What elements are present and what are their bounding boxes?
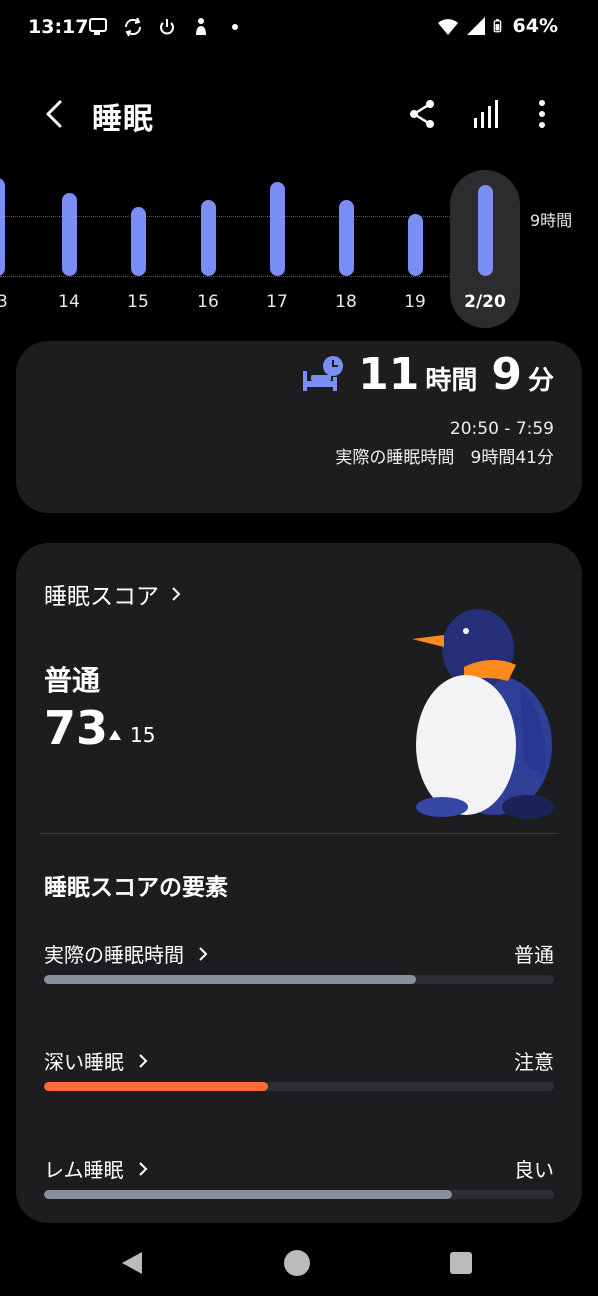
chart-bar-14[interactable]	[62, 192, 77, 276]
system-nav-bar	[0, 1228, 598, 1296]
chart-x-label: 14	[58, 292, 80, 312]
share-icon[interactable]	[404, 96, 440, 132]
factor-status: 注意	[514, 1050, 554, 1074]
chart-x-label: 15	[127, 292, 149, 312]
factor-name-row: 深い睡眠	[44, 1046, 152, 1075]
page-title: 睡眠	[92, 102, 154, 137]
factor-progress-fill	[44, 1082, 269, 1091]
sync-icon	[124, 17, 142, 37]
power-icon	[160, 19, 174, 35]
chart-x-label: 13	[0, 292, 8, 312]
factor-name-row: 実際の睡眠時間	[44, 939, 212, 968]
notification-icon	[89, 18, 107, 35]
section-divider	[40, 833, 558, 834]
factor-actual-sleep[interactable]: 実際の睡眠時間 普通	[44, 939, 554, 989]
factor-progress-fill	[44, 1190, 452, 1199]
chevron-right-icon	[139, 1053, 148, 1068]
factor-progress-track	[44, 1082, 554, 1091]
actual-sleep-row: 実際の睡眠時間 9時間41分	[335, 443, 554, 468]
chart-bar-19[interactable]	[408, 214, 423, 276]
chart-bar-2-20[interactable]	[478, 185, 493, 276]
factor-rem-sleep[interactable]: レム睡眠 良い	[44, 1154, 554, 1204]
duration-minutes-unit: 分	[527, 366, 554, 396]
recents-nav-icon[interactable]	[444, 1246, 478, 1280]
chart-bar-16[interactable]	[201, 199, 216, 276]
chevron-right-icon	[172, 587, 181, 601]
factor-deep-sleep[interactable]: 深い睡眠 注意	[44, 1046, 554, 1096]
sleep-time-range: 20:50 - 7:59	[449, 419, 554, 439]
up-triangle-icon	[109, 730, 121, 740]
app-header: 睡眠	[0, 84, 598, 148]
chevron-right-icon	[199, 946, 208, 961]
wifi-icon	[437, 19, 458, 35]
duration-minutes: 9	[491, 349, 522, 400]
chart-bar-17[interactable]	[270, 181, 285, 276]
chart-x-label: 16	[197, 292, 219, 312]
status-bar: 13:17 64%	[0, 0, 598, 56]
score-delta-value: 15	[130, 723, 156, 747]
sleep-bar-chart[interactable]: 9時間 13 14 15 16 17 18 19 2/20	[0, 160, 598, 335]
status-right: 64%	[437, 15, 558, 37]
penguin-mascot-icon	[412, 609, 554, 819]
reference-label: 9時間	[530, 211, 573, 230]
chevron-right-icon	[138, 1161, 148, 1176]
sleep-duration: 11 時間 9 分	[358, 349, 554, 400]
battery-icon	[493, 19, 501, 33]
chart-x-label: 17	[266, 292, 288, 312]
chart-bar-15[interactable]	[131, 207, 146, 276]
actual-sleep-value: 9時間41分	[470, 448, 554, 468]
status-time: 13:17	[28, 16, 89, 38]
figure-icon	[196, 18, 206, 35]
factor-progress-fill	[44, 975, 417, 984]
chart-x-label: 19	[404, 292, 426, 312]
signal-icon	[466, 17, 485, 35]
chart-bar-13[interactable]	[0, 178, 5, 276]
factor-progress-track	[44, 1190, 554, 1199]
factor-status: 普通	[514, 943, 554, 967]
home-nav-icon[interactable]	[280, 1246, 314, 1280]
sleep-score-link[interactable]: 睡眠スコア	[44, 577, 185, 611]
sleep-score-card: 睡眠スコア 普通 73 15 睡眠スコアの要素 実際の睡眠時間 普通 深い睡眠 …	[16, 543, 582, 1223]
stats-icon[interactable]	[468, 96, 504, 132]
more-icon[interactable]	[524, 96, 560, 132]
dot-icon	[232, 24, 238, 30]
sleep-score-level: 普通	[44, 664, 101, 697]
chart-x-label: 2/20	[464, 292, 506, 312]
bed-clock-icon	[303, 356, 343, 391]
battery-percent: 64%	[512, 15, 558, 37]
duration-hours-unit: 時間	[425, 366, 478, 396]
back-arrow-icon[interactable]	[36, 94, 76, 134]
duration-hours: 11	[358, 349, 420, 400]
reference-line-bottom	[0, 276, 450, 277]
factor-name-row: レム睡眠	[44, 1154, 152, 1183]
factor-name: レム睡眠	[44, 1158, 124, 1182]
sleep-score-value: 73	[44, 701, 109, 755]
status-notification-icons	[88, 16, 246, 38]
back-nav-icon[interactable]	[116, 1246, 150, 1280]
factors-title: 睡眠スコアの要素	[44, 875, 228, 901]
factor-status: 良い	[514, 1158, 554, 1182]
factor-progress-track	[44, 975, 554, 984]
chart-x-label: 18	[335, 292, 357, 312]
actual-sleep-label: 実際の睡眠時間	[335, 448, 455, 468]
sleep-duration-card[interactable]: 11 時間 9 分 20:50 - 7:59 実際の睡眠時間 9時間41分	[16, 341, 582, 513]
factor-name: 実際の睡眠時間	[44, 943, 184, 967]
chart-bar-18[interactable]	[339, 199, 354, 276]
factor-name: 深い睡眠	[44, 1050, 124, 1074]
sleep-score-title: 睡眠スコア	[44, 584, 159, 610]
score-delta: 15	[108, 723, 155, 747]
